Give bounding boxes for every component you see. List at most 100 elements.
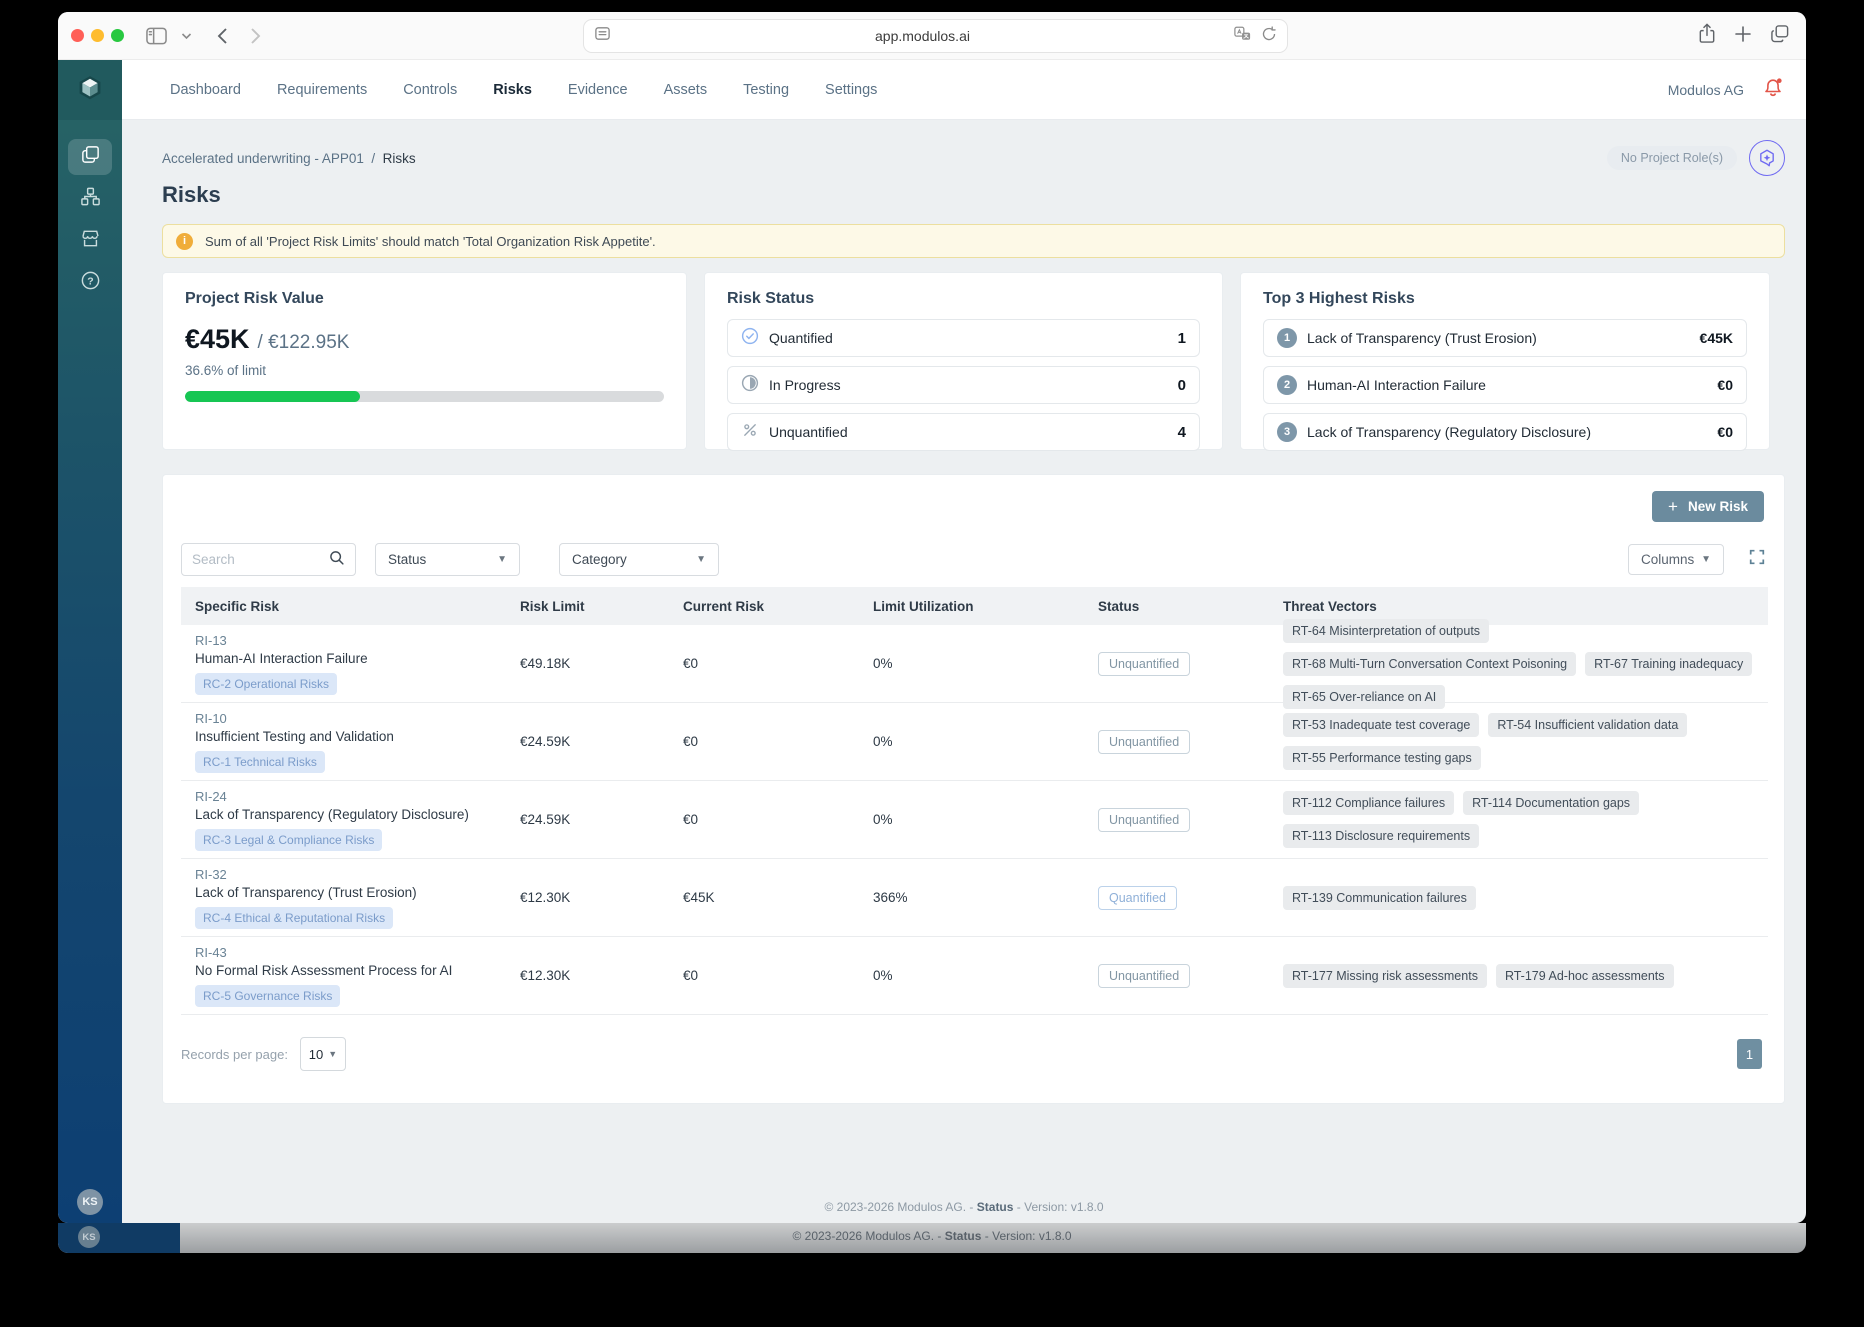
fullscreen-icon[interactable]	[1748, 548, 1766, 571]
warning-banner: i Sum of all 'Project Risk Limits' shoul…	[162, 224, 1785, 258]
help-icon: ?	[80, 270, 101, 296]
forward-icon[interactable]	[250, 27, 262, 45]
role-badge: No Project Role(s)	[1607, 146, 1737, 170]
category-filter-select[interactable]: Category▼	[559, 543, 719, 576]
address-bar[interactable]: app.modulos.ai	[583, 19, 1288, 53]
risk-id-link[interactable]: RI-24	[195, 789, 506, 804]
percent-of-limit: 36.6% of limit	[185, 363, 664, 378]
sidebar-item-hierarchy[interactable]	[68, 181, 112, 217]
status-filter-select[interactable]: Status▼	[375, 543, 520, 576]
modulos-logo[interactable]	[58, 60, 122, 120]
tab-overview-icon[interactable]	[1770, 24, 1790, 48]
top-risk-row: 2 Human-AI Interaction Failure €0	[1263, 366, 1747, 404]
status-badge: Unquantified	[1098, 964, 1190, 988]
page-title: Risks	[162, 182, 1766, 208]
warning-text: Sum of all 'Project Risk Limits' should …	[205, 234, 656, 249]
new-risk-button[interactable]: + New Risk	[1652, 491, 1764, 522]
url-text[interactable]: app.modulos.ai	[611, 28, 1234, 44]
threat-vectors: RT-53 Inadequate test coverageRT-54 Insu…	[1283, 713, 1763, 770]
user-avatar[interactable]: KS	[77, 1189, 103, 1215]
risk-limit-value: €12.30K	[506, 968, 669, 983]
threat-vector-chip: RT-65 Over-reliance on AI	[1283, 685, 1445, 709]
threat-vector-chip: RT-53 Inadequate test coverage	[1283, 713, 1479, 737]
risk-category-badge: RC-1 Technical Risks	[195, 751, 325, 773]
notification-bell-icon[interactable]	[1762, 76, 1784, 103]
page-privacy-icon	[594, 25, 611, 47]
project-risk-value-card: Project Risk Value €45K / €122.95K 36.6%…	[162, 272, 687, 450]
top-risks-card: Top 3 Highest Risks 1 Lack of Transparen…	[1240, 272, 1770, 450]
card-title: Risk Status	[727, 290, 1200, 308]
nav-item-dashboard[interactable]: Dashboard	[170, 82, 241, 98]
risk-progress-bar	[185, 391, 664, 402]
main-content: Accelerated underwriting - APP01 / Risks…	[122, 120, 1806, 1223]
nav-item-requirements[interactable]: Requirements	[277, 82, 367, 98]
nav-item-controls[interactable]: Controls	[403, 82, 457, 98]
threat-vector-chip: RT-177 Missing risk assessments	[1283, 964, 1487, 988]
zoom-window-button[interactable]	[111, 29, 124, 42]
table-row[interactable]: RI-43 No Formal Risk Assessment Process …	[181, 937, 1768, 1015]
new-tab-icon[interactable]	[1734, 25, 1752, 48]
share-icon[interactable]	[1698, 23, 1716, 49]
svg-text:?: ?	[87, 275, 93, 287]
risk-id-link[interactable]: RI-13	[195, 633, 506, 648]
risk-progress-fill	[185, 391, 360, 402]
nav-item-settings[interactable]: Settings	[825, 82, 877, 98]
threat-vector-chip: RT-67 Training inadequacy	[1585, 652, 1752, 676]
risk-id-link[interactable]: RI-10	[195, 711, 506, 726]
table-row[interactable]: RI-10 Insufficient Testing and Validatio…	[181, 703, 1768, 781]
translate-icon[interactable]	[1234, 26, 1251, 46]
breadcrumb-project-link[interactable]: Accelerated underwriting - APP01	[162, 151, 364, 166]
reload-icon[interactable]	[1261, 26, 1277, 47]
close-window-button[interactable]	[71, 29, 84, 42]
risk-value: €45K	[185, 324, 250, 355]
status-link[interactable]: Status	[977, 1200, 1014, 1214]
risk-name: No Formal Risk Assessment Process for AI	[195, 963, 506, 978]
nav-item-risks[interactable]: Risks	[493, 82, 532, 98]
top-risk-name: Lack of Transparency (Trust Erosion)	[1307, 330, 1537, 346]
rank-badge: 3	[1277, 422, 1297, 442]
status-badge: Unquantified	[1098, 808, 1190, 832]
column-header-threat-vectors: Threat Vectors	[1269, 599, 1768, 614]
org-menu[interactable]: Modulos AG	[1668, 82, 1744, 98]
sidebar-item-marketplace[interactable]	[68, 223, 112, 259]
status-badge: Unquantified	[1098, 730, 1190, 754]
page-number-button[interactable]: 1	[1737, 1039, 1762, 1069]
sidebar-item-projects[interactable]	[68, 139, 112, 175]
threat-vector-chip: RT-114 Documentation gaps	[1463, 791, 1639, 815]
sidebar-toggle-icon[interactable]	[146, 27, 167, 45]
top-risk-value: €0	[1717, 377, 1733, 393]
sidebar-item-help[interactable]: ?	[68, 265, 112, 301]
chevron-down-icon[interactable]	[181, 32, 192, 40]
status-badge: Unquantified	[1098, 652, 1190, 676]
table-row[interactable]: RI-24 Lack of Transparency (Regulatory D…	[181, 781, 1768, 859]
risk-name: Human-AI Interaction Failure	[195, 651, 506, 666]
risk-name: Lack of Transparency (Trust Erosion)	[195, 885, 506, 900]
threat-vectors: RT-112 Compliance failuresRT-114 Documen…	[1283, 791, 1763, 848]
risk-status-row: Quantified 1	[727, 319, 1200, 357]
browser-window: app.modulos.ai	[58, 12, 1806, 1223]
table-row[interactable]: RI-13 Human-AI Interaction Failure RC-2 …	[181, 625, 1768, 703]
ai-assistant-button[interactable]	[1749, 140, 1785, 176]
risk-id-link[interactable]: RI-32	[195, 867, 506, 882]
nav-item-testing[interactable]: Testing	[743, 82, 789, 98]
quantified-icon	[741, 327, 759, 350]
search-input[interactable]	[192, 552, 328, 567]
nav-item-assets[interactable]: Assets	[664, 82, 708, 98]
risk-id-link[interactable]: RI-43	[195, 945, 506, 960]
in-progress-icon	[741, 374, 759, 397]
threat-vectors: RT-177 Missing risk assessmentsRT-179 Ad…	[1283, 964, 1763, 988]
minimize-window-button[interactable]	[91, 29, 104, 42]
back-icon[interactable]	[216, 27, 228, 45]
nav-item-evidence[interactable]: Evidence	[568, 82, 628, 98]
rank-badge: 1	[1277, 328, 1297, 348]
records-per-page-select[interactable]: 10▼	[300, 1037, 346, 1071]
risk-limit-total: / €122.95K	[258, 332, 350, 354]
search-icon[interactable]	[328, 549, 345, 571]
table-row[interactable]: RI-32 Lack of Transparency (Trust Erosio…	[181, 859, 1768, 937]
columns-select[interactable]: Columns▼	[1628, 544, 1724, 575]
column-header-risk-limit: Risk Limit	[506, 599, 669, 614]
breadcrumb: Accelerated underwriting - APP01 / Risks	[162, 151, 416, 166]
background-window-sidebar: KS	[58, 1223, 180, 1253]
card-title: Project Risk Value	[185, 290, 664, 308]
version-text: - Version: v1.8.0	[1017, 1200, 1104, 1214]
